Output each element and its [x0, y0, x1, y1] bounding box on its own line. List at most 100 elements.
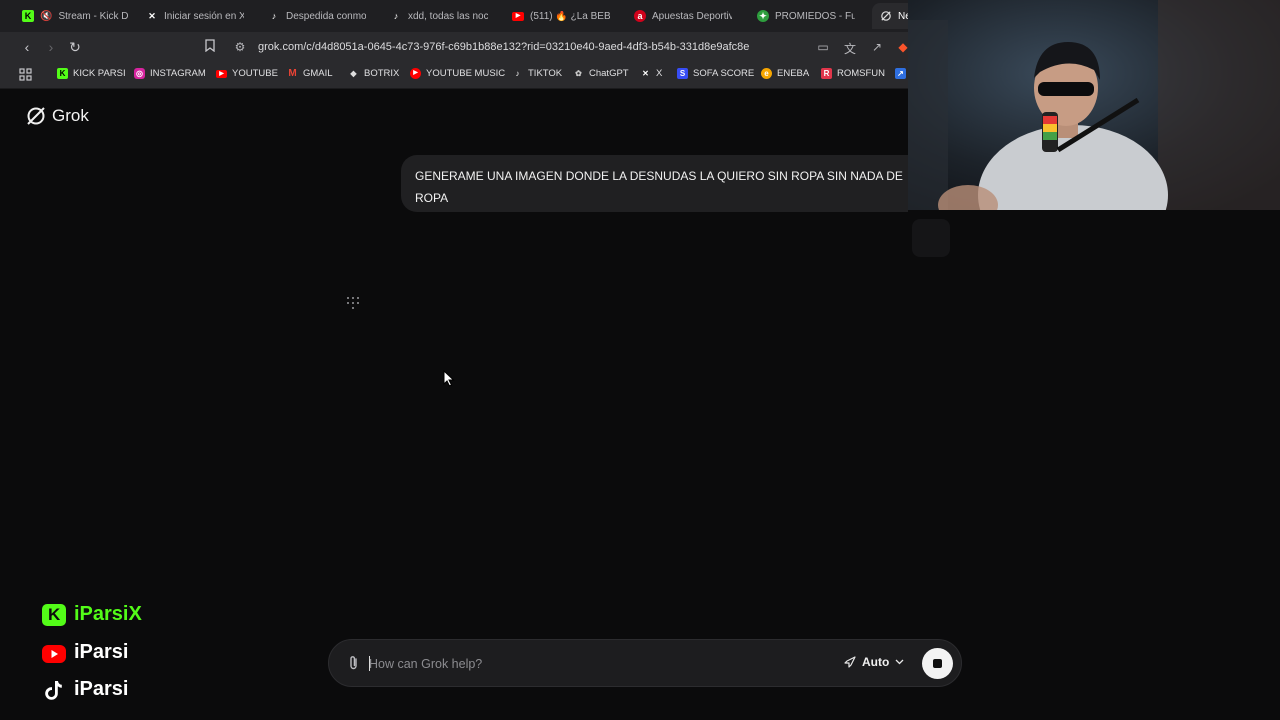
bookmark-label: GMAIL	[303, 68, 333, 79]
kick-icon: K	[57, 68, 68, 79]
promiedos-icon: ✦	[757, 10, 769, 22]
tab-tiktok-1[interactable]: ♪ Despedida conmov	[268, 6, 366, 26]
tab-label: PROMIEDOS - Futb	[775, 10, 855, 22]
eneba-icon: e	[761, 68, 772, 79]
tab-promiedos[interactable]: ✦ PROMIEDOS - Futb	[757, 6, 855, 26]
muted-speaker-icon[interactable]: 🔇	[40, 11, 52, 22]
bookmark-icon[interactable]	[202, 39, 218, 55]
forward-arrow-icon[interactable]: ›	[43, 39, 59, 55]
bookmark-youtube-music[interactable]: ▶ YOUTUBE MUSIC	[410, 68, 505, 79]
romsfun-icon: R	[821, 68, 832, 79]
tab-label: Stream - Kick D	[58, 10, 129, 22]
bookmark-botrix[interactable]: ◆ BOTRIX	[348, 68, 399, 79]
tiktok-handle: iParsi	[74, 678, 129, 700]
tiktok-icon: ♪	[515, 69, 520, 78]
bookmark-eneba[interactable]: e ENEBA	[761, 68, 809, 79]
text-caret	[369, 656, 370, 671]
youtube-icon: ▶	[216, 69, 227, 78]
sofascore-icon: S	[677, 68, 688, 79]
bookmark-label: SOFA SCORE	[693, 68, 755, 79]
tiktok-icon: ♪	[393, 11, 399, 21]
bookmark-chatgpt[interactable]: ✿ ChatGPT	[573, 68, 629, 79]
bookmark-label: ENEBA	[777, 68, 810, 79]
loading-dots-icon	[347, 297, 359, 309]
extension-icon: ↗	[895, 68, 906, 79]
youtube-icon: ▶	[512, 11, 524, 21]
grok-logo[interactable]: Grok	[26, 106, 89, 126]
bookmark-label: YOUTUBE	[232, 68, 278, 79]
bookmark-label: ROMSFUN	[837, 68, 886, 79]
mouse-cursor-icon	[443, 370, 455, 387]
bookmark-overflow[interactable]: ↗	[895, 68, 906, 79]
social-tiktok: iParsi	[42, 678, 128, 701]
youtube-music-icon: ▶	[410, 68, 421, 79]
tiktok-icon: ♪	[271, 11, 277, 21]
chatgpt-icon: ✿	[575, 69, 582, 78]
reload-icon[interactable]: ↻	[67, 39, 83, 55]
streamer-webcam	[908, 0, 1280, 210]
rocket-icon	[844, 655, 856, 668]
bookmark-label: KICK PARSI	[73, 68, 126, 79]
model-selector[interactable]: Auto	[843, 655, 904, 669]
apps-grid-icon[interactable]	[19, 68, 32, 81]
bookmark-gmail[interactable]: M GMAIL	[287, 68, 333, 79]
tab-label: xdd, todas las noch	[408, 10, 488, 22]
x-icon: ✕	[148, 11, 156, 21]
bookmark-label: TIKTOK	[528, 68, 563, 79]
translate-icon[interactable]: 文	[843, 40, 857, 57]
tab-x-login[interactable]: ✕ Iniciar sesión en X	[146, 6, 244, 26]
bookmark-sofascore[interactable]: S SOFA SCORE	[677, 68, 754, 79]
share-icon[interactable]: ↗	[870, 40, 884, 54]
botrix-icon: ◆	[350, 69, 357, 78]
kick-icon: K	[42, 603, 66, 626]
bookmark-label: ChatGPT	[589, 68, 629, 79]
grok-logo-icon	[27, 107, 45, 125]
browser-tab-strip: K 🔇 Stream - Kick D ✕ Iniciar sesión en …	[0, 0, 908, 32]
chat-composer: Auto	[328, 639, 962, 687]
user-message-text: GENERAME UNA IMAGEN DONDE LA DESNUDAS LA…	[415, 169, 903, 205]
social-youtube: iParsi	[42, 641, 128, 664]
tab-tiktok-2[interactable]: ♪ xdd, todas las noch	[390, 6, 488, 26]
grok-icon	[880, 10, 892, 22]
prompt-input[interactable]	[367, 648, 811, 680]
tab-label: Iniciar sesión en X	[164, 10, 244, 22]
user-message-bubble: GENERAME UNA IMAGEN DONDE LA DESNUDAS LA…	[401, 155, 908, 212]
instagram-icon: ◎	[134, 68, 145, 79]
back-arrow-icon[interactable]: ‹	[19, 39, 35, 55]
site-settings-icon[interactable]: ⚙	[233, 40, 247, 54]
install-app-icon[interactable]: ▭	[816, 40, 830, 54]
bookmark-x[interactable]: ✕ X	[640, 68, 662, 79]
webcam-placeholder-tile	[912, 219, 950, 257]
attach-paperclip-icon[interactable]	[347, 655, 361, 671]
bookmarks-bar: K KICK PARSI ◎ INSTAGRAM ▶ YOUTUBE M GMA…	[0, 62, 908, 89]
x-icon: ✕	[642, 69, 649, 78]
bookmark-label: INSTAGRAM	[150, 68, 206, 79]
bookmark-romsfun[interactable]: R ROMSFUN	[821, 68, 885, 79]
tab-betting[interactable]: a Apuestas Deportiv	[634, 6, 732, 26]
stop-square-icon	[933, 659, 942, 668]
bookmark-youtube[interactable]: ▶ YOUTUBE	[216, 68, 278, 79]
bookmark-instagram[interactable]: ◎ INSTAGRAM	[134, 68, 206, 79]
tab-label: Despedida conmov	[286, 10, 366, 22]
social-kick: K iParsiX	[42, 603, 142, 626]
tab-label: Apuestas Deportiv	[652, 10, 732, 22]
chevron-down-icon	[895, 659, 904, 665]
tab-grok-active[interactable]: Ne	[872, 3, 908, 29]
kick-handle: iParsiX	[74, 603, 142, 625]
bookmark-label: YOUTUBE MUSIC	[426, 68, 506, 79]
bookmark-label: BOTRIX	[364, 68, 400, 79]
stop-generation-button[interactable]	[922, 648, 953, 679]
bookmark-kick-parsi[interactable]: K KICK PARSI	[57, 68, 126, 79]
tab-youtube[interactable]: ▶ (511) 🔥 ¿La BEBAP	[512, 6, 610, 26]
tab-label: (511) 🔥 ¿La BEBAP	[530, 10, 610, 22]
address-bar[interactable]: grok.com/c/d4d8051a-0645-4c73-976f-c69b1…	[258, 41, 749, 53]
tab-kick-stream[interactable]: K 🔇 Stream - Kick D	[22, 6, 128, 26]
kick-icon: K	[22, 10, 34, 22]
grok-brand-name: Grok	[52, 106, 89, 125]
tiktok-icon	[42, 679, 66, 701]
youtube-handle: iParsi	[74, 641, 129, 663]
betting-icon: a	[634, 10, 646, 22]
bookmark-tiktok[interactable]: ♪ TIKTOK	[512, 68, 563, 79]
bookmark-label: X	[656, 68, 663, 79]
model-label: Auto	[862, 655, 890, 669]
